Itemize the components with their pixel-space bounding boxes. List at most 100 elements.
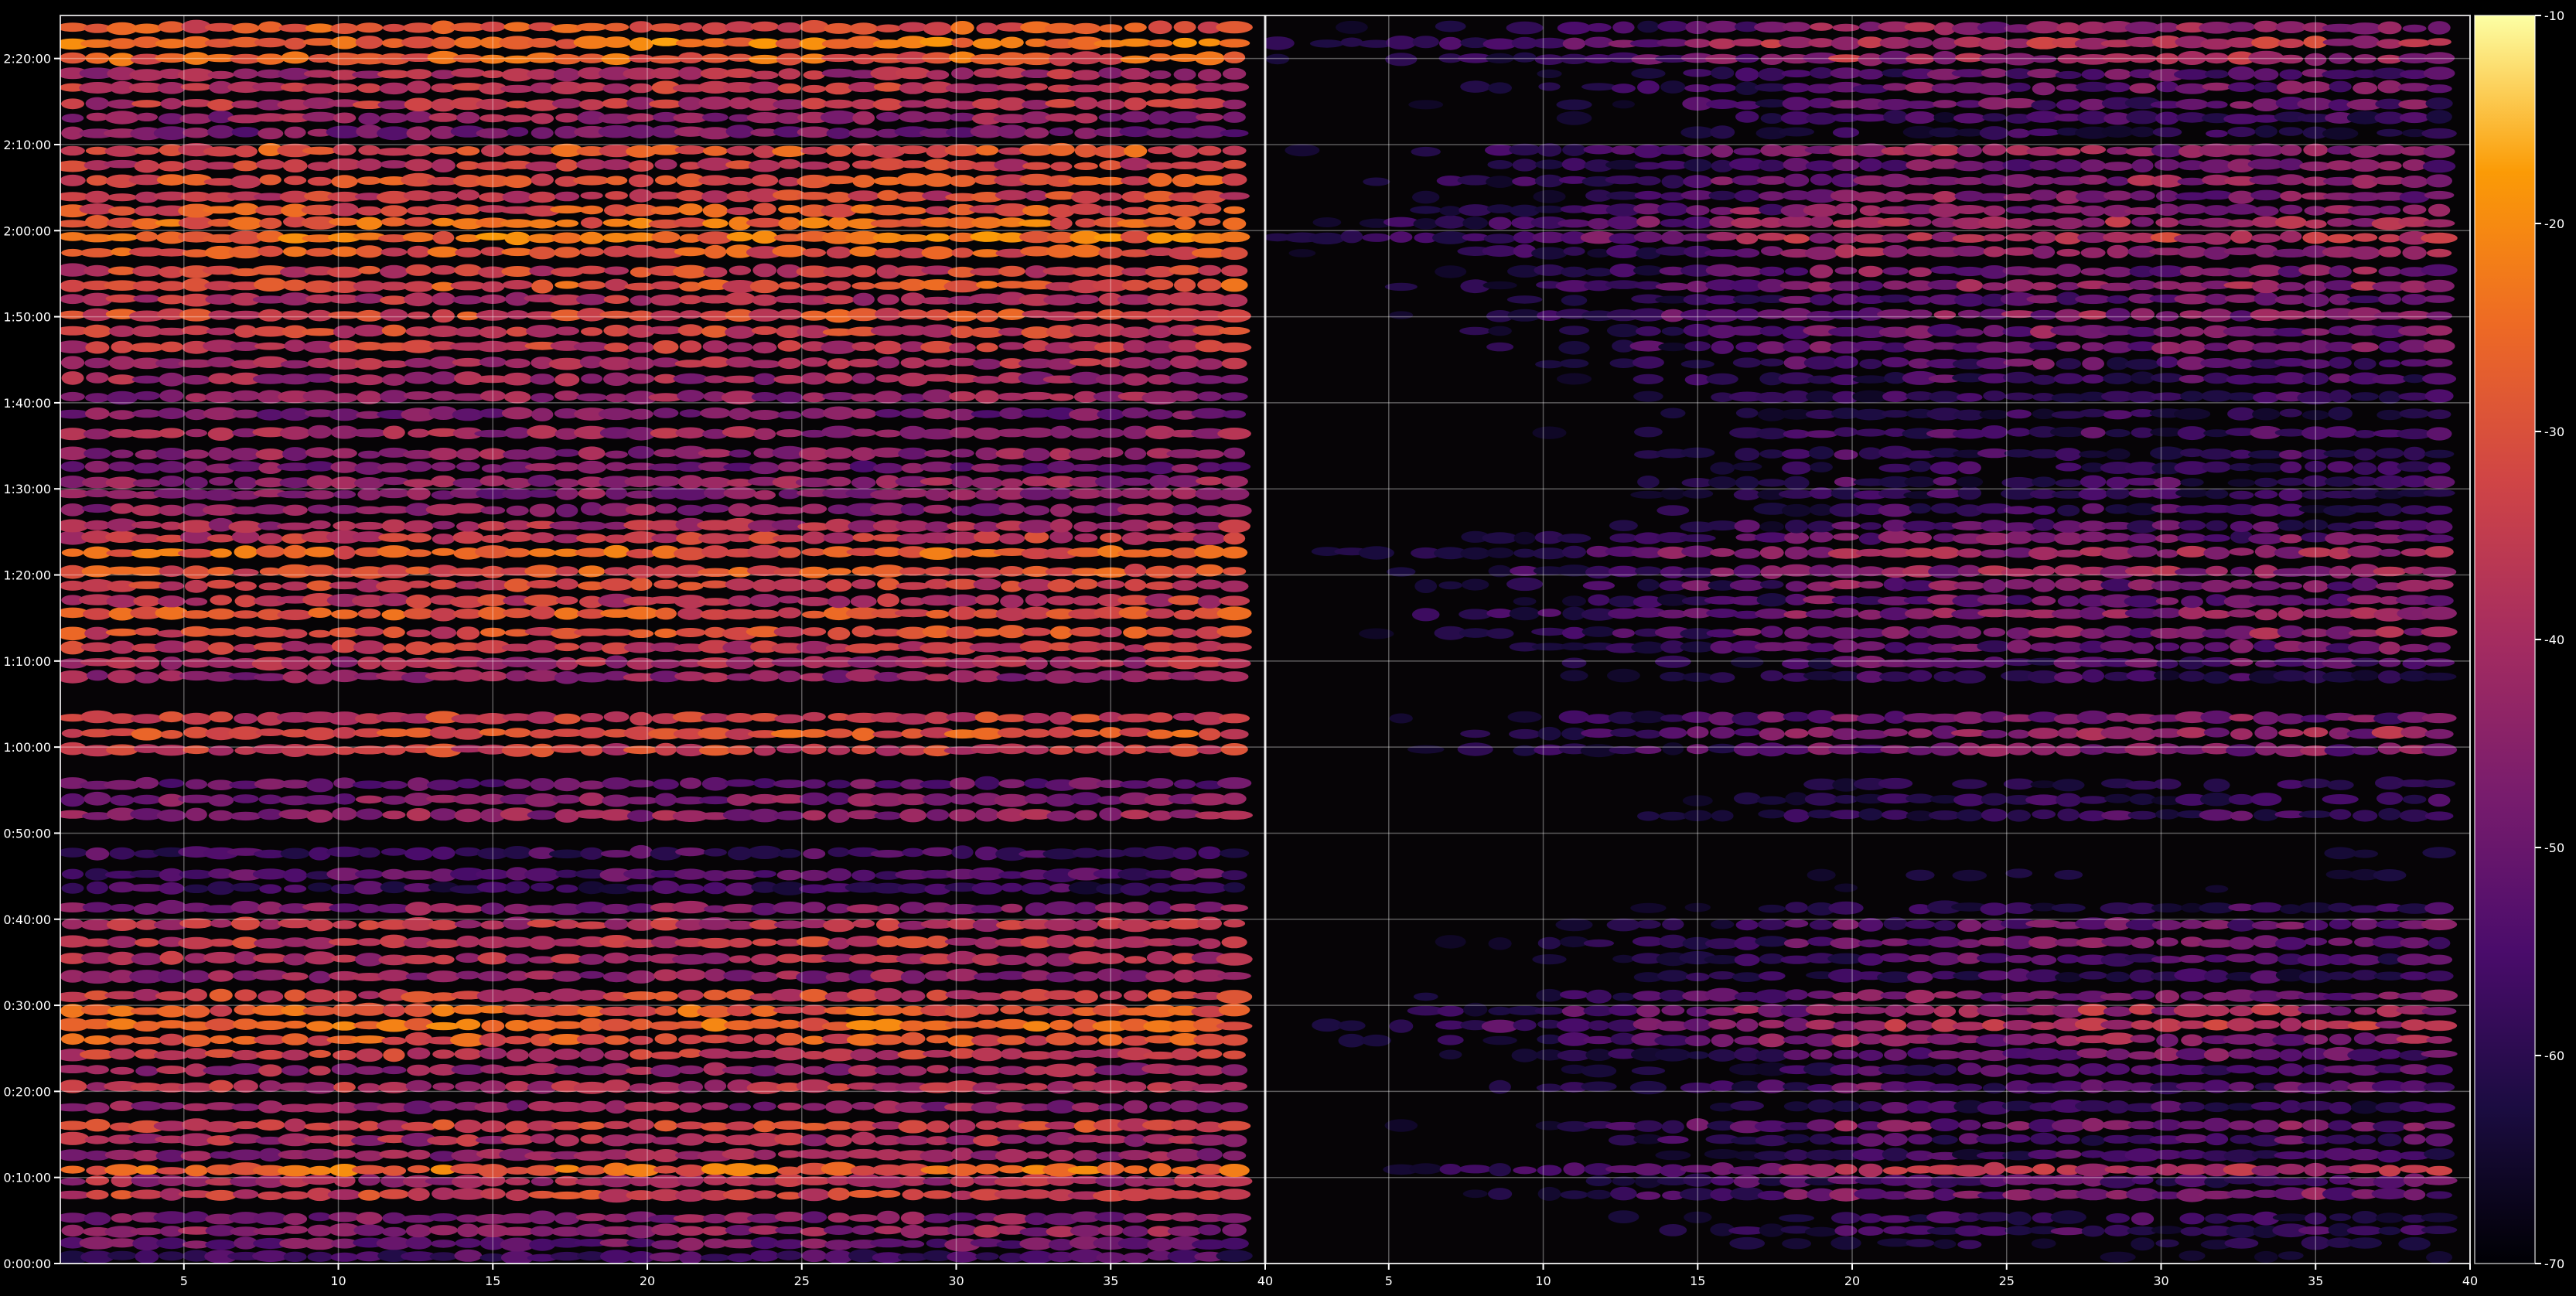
heatmap-cell bbox=[827, 1212, 850, 1223]
heatmap-cell bbox=[649, 55, 683, 64]
heatmap-cell bbox=[896, 581, 930, 590]
heatmap-cell bbox=[259, 174, 281, 186]
heatmap-cell bbox=[2176, 727, 2208, 738]
heatmap-cell bbox=[751, 971, 779, 983]
heatmap-cell bbox=[2398, 520, 2431, 531]
heatmap-cell bbox=[1536, 988, 1563, 1002]
heatmap-cell bbox=[233, 1189, 259, 1199]
heatmap-cell bbox=[800, 1134, 828, 1147]
heatmap-cell bbox=[998, 1066, 1026, 1076]
heatmap-cell bbox=[875, 1189, 901, 1198]
heatmap-cell bbox=[159, 581, 185, 591]
heatmap-cell bbox=[704, 1079, 727, 1093]
heatmap-cell bbox=[1903, 1189, 1936, 1200]
heatmap-cell bbox=[603, 1120, 629, 1130]
heatmap-cell bbox=[527, 919, 558, 928]
heatmap-cell bbox=[134, 656, 160, 670]
heatmap-cell bbox=[431, 475, 456, 488]
heatmap-cell bbox=[2127, 545, 2158, 558]
heatmap-cell bbox=[925, 233, 950, 242]
heatmap-cell bbox=[1119, 326, 1152, 339]
heatmap-cell bbox=[2200, 792, 2233, 807]
heatmap-cell bbox=[800, 357, 827, 367]
heatmap-cell bbox=[1149, 1101, 1172, 1112]
heatmap-cell bbox=[454, 1119, 483, 1134]
heatmap-cell bbox=[777, 357, 801, 370]
heatmap-cell bbox=[654, 1033, 677, 1045]
heatmap-cell bbox=[1025, 1151, 1049, 1160]
heatmap-cell bbox=[799, 1123, 829, 1131]
heatmap-cell bbox=[60, 461, 85, 472]
heatmap-cell bbox=[678, 67, 703, 80]
heatmap-cell bbox=[407, 245, 431, 258]
heatmap-cell bbox=[603, 22, 629, 32]
heatmap-cell bbox=[677, 1226, 705, 1236]
heatmap-cell bbox=[527, 639, 558, 653]
heatmap-cell bbox=[2179, 1212, 2205, 1225]
heatmap-cell bbox=[629, 1035, 653, 1045]
heatmap-cell bbox=[183, 640, 210, 653]
heatmap-cell bbox=[823, 99, 855, 109]
heatmap-cell bbox=[2202, 609, 2232, 619]
heatmap-cell bbox=[111, 1213, 134, 1223]
heatmap-cell bbox=[1734, 953, 1760, 967]
heatmap-cell bbox=[776, 309, 802, 320]
heatmap-cell bbox=[504, 427, 531, 439]
heatmap-cell bbox=[823, 919, 855, 933]
heatmap-cell bbox=[106, 595, 138, 608]
heatmap-cell bbox=[826, 145, 852, 157]
heatmap-cell bbox=[60, 1212, 89, 1223]
heatmap-cell bbox=[331, 954, 358, 963]
heatmap-cell bbox=[86, 372, 109, 384]
heatmap-cell bbox=[724, 68, 756, 78]
heatmap-cell bbox=[947, 1163, 978, 1177]
heatmap-cell bbox=[1655, 1150, 1691, 1161]
heatmap-cell bbox=[1482, 532, 1518, 544]
heatmap-cell bbox=[358, 145, 380, 155]
heatmap-cell bbox=[921, 246, 954, 260]
heatmap-cell bbox=[1732, 711, 1762, 726]
heatmap-cell bbox=[1755, 1134, 1789, 1147]
heatmap-cell bbox=[653, 969, 678, 981]
heatmap-cell bbox=[799, 20, 829, 33]
heatmap-cell bbox=[602, 777, 631, 790]
heatmap-cell bbox=[230, 900, 261, 914]
heatmap-cell bbox=[429, 1100, 458, 1111]
heatmap-cell bbox=[2006, 639, 2032, 653]
heatmap-cell bbox=[1482, 1035, 1517, 1045]
heatmap-cell bbox=[950, 462, 975, 472]
heatmap-cell bbox=[850, 1049, 878, 1062]
heatmap-cell bbox=[2373, 1120, 2407, 1133]
heatmap-cell bbox=[380, 217, 408, 227]
heatmap-cell bbox=[2105, 971, 2131, 983]
heatmap-cell bbox=[649, 23, 683, 32]
heatmap-cell bbox=[1174, 1173, 1196, 1188]
heatmap-cell bbox=[80, 247, 115, 257]
heatmap-cell bbox=[304, 989, 336, 1003]
heatmap-cell bbox=[1829, 579, 1863, 590]
heatmap-cell bbox=[381, 1226, 407, 1237]
heatmap-cell bbox=[1709, 672, 1735, 683]
heatmap-cell bbox=[109, 640, 135, 654]
heatmap-cell bbox=[1221, 870, 1247, 881]
heatmap-cell bbox=[80, 642, 114, 653]
heatmap-cell bbox=[751, 1164, 779, 1175]
heatmap-cell bbox=[898, 447, 928, 460]
heatmap-cell bbox=[354, 358, 384, 370]
heatmap-cell bbox=[2400, 548, 2428, 557]
heatmap-cell bbox=[232, 409, 259, 419]
heatmap-cell bbox=[1828, 901, 1864, 915]
heatmap-cell bbox=[726, 206, 754, 216]
heatmap-cell bbox=[278, 1165, 313, 1177]
heatmap-cell bbox=[749, 309, 781, 322]
heatmap-cell bbox=[629, 844, 653, 859]
heatmap-cell bbox=[1537, 609, 1561, 617]
heatmap-cell bbox=[2151, 520, 2183, 531]
heatmap-cell bbox=[1852, 729, 1889, 739]
heatmap-cell bbox=[1146, 232, 1174, 244]
heatmap-cell bbox=[1197, 69, 1222, 82]
heatmap-cell bbox=[503, 114, 532, 123]
heatmap-cell bbox=[997, 1134, 1027, 1144]
heatmap-cell bbox=[1018, 219, 1055, 227]
heatmap-cell bbox=[1511, 1049, 1538, 1062]
